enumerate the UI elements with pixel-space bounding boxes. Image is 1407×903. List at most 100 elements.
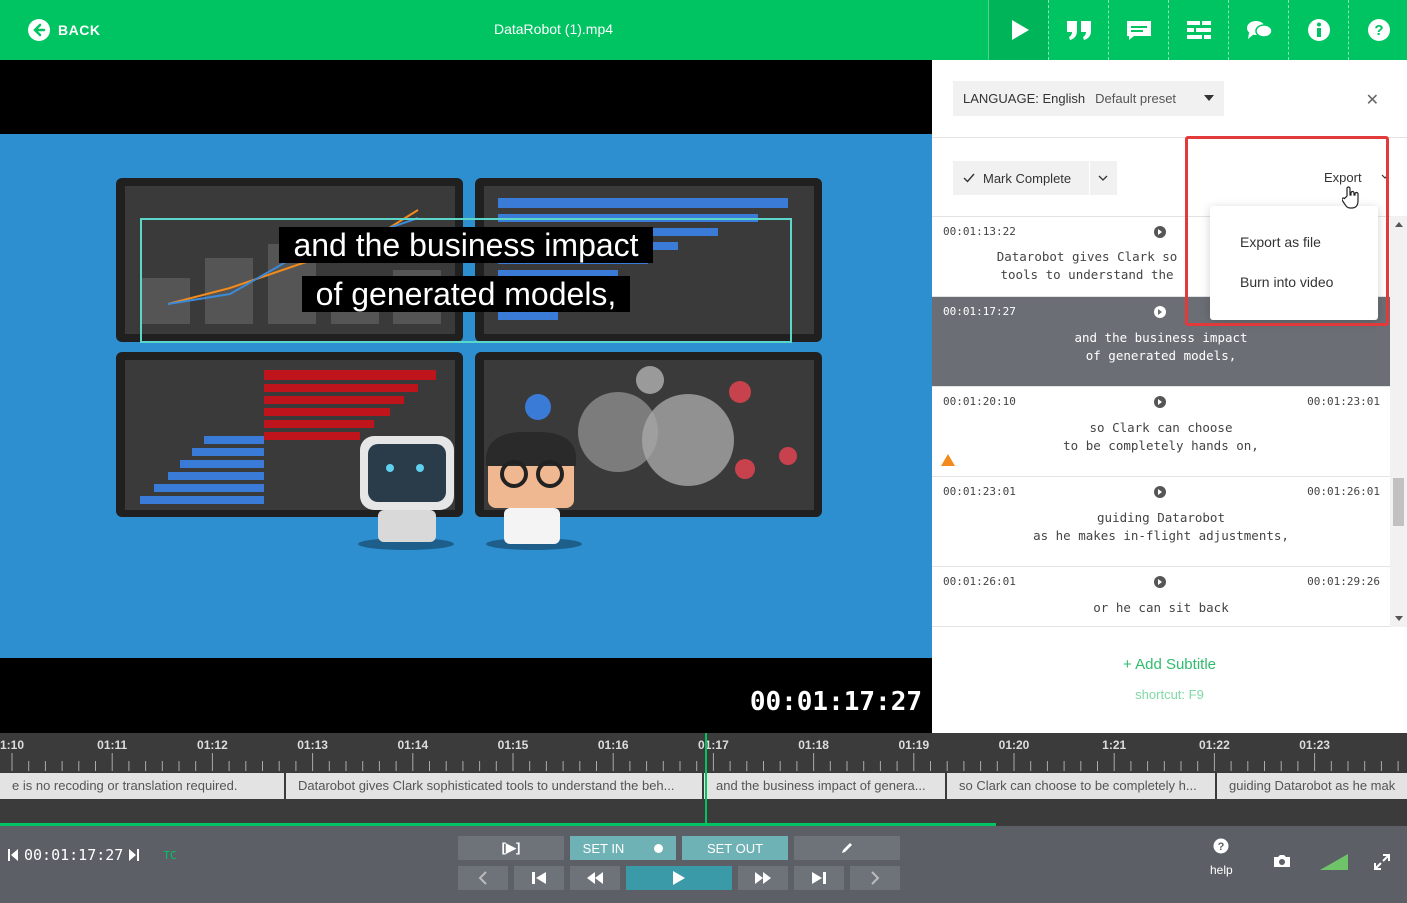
quote-icon — [1066, 21, 1091, 40]
tick-label: 01:15 — [498, 738, 529, 752]
timeline-segment[interactable]: and the business impact of genera... — [704, 773, 947, 799]
play-button[interactable] — [626, 866, 732, 890]
caption-overlay[interactable]: and the business impact of generated mod… — [140, 224, 792, 322]
skip-end-button[interactable] — [794, 866, 844, 890]
subtitle-in-time[interactable]: 00:01:20:10 — [943, 395, 1016, 408]
subtitle-row[interactable]: 00:01:23:01 00:01:26:01 guiding Datarobo… — [932, 477, 1390, 567]
scroll-up-icon[interactable] — [1395, 222, 1403, 227]
next-button[interactable] — [850, 866, 900, 890]
scrollbar[interactable] — [1390, 216, 1407, 627]
timeline[interactable]: 1:10 01:11 01:12 01:13 01:14 01:15 01:16 01:17 0… — [0, 733, 1407, 903]
help-tool-button[interactable]: ? — [1348, 0, 1407, 60]
info-tool-button[interactable] — [1288, 0, 1348, 60]
subtitle-in-time[interactable]: 00:01:13:22 — [943, 225, 1016, 238]
chat-icon — [1246, 21, 1273, 39]
set-out-label: SET OUT — [706, 840, 764, 856]
subtitle-in-time[interactable]: 00:01:17:27 — [943, 305, 1016, 318]
quote-tool-button[interactable] — [1048, 0, 1108, 60]
fast-forward-button[interactable] — [738, 866, 788, 890]
pencil-icon — [842, 843, 852, 853]
subtitle-in-time[interactable]: 00:01:23:01 — [943, 485, 1016, 498]
prev-button[interactable] — [458, 866, 508, 890]
fullscreen-button[interactable] — [1374, 854, 1390, 873]
check-icon — [963, 173, 975, 183]
camera-icon — [1274, 855, 1290, 867]
rewind-button[interactable] — [570, 866, 620, 890]
mark-complete-button[interactable]: Mark Complete — [953, 161, 1117, 195]
tick-label: 01:12 — [197, 738, 228, 752]
screenshot-button[interactable] — [1273, 854, 1291, 871]
subtitle-text[interactable]: and the business impact of generated mod… — [932, 329, 1390, 365]
menu-item-export-file[interactable]: Export as file — [1210, 222, 1378, 262]
subtitle-text[interactable]: or he can sit back — [932, 599, 1390, 617]
subtitle-text[interactable]: Datarobot gives Clark so tools to unders… — [952, 248, 1222, 284]
subtitle-text[interactable]: guiding Datarobot as he makes in-flight … — [932, 509, 1390, 545]
add-subtitle-button[interactable]: + Add Subtitle — [932, 656, 1407, 673]
play-segment-icon[interactable] — [1154, 576, 1166, 588]
hand-cursor-icon — [1342, 186, 1359, 209]
warning-icon — [941, 454, 955, 466]
scrollbar-thumb[interactable] — [1393, 478, 1404, 526]
tick-label: 1:10 — [0, 738, 24, 752]
close-icon[interactable]: ✕ — [1366, 90, 1379, 110]
tc-mode-toggle[interactable]: TC — [163, 849, 176, 862]
play-segment-icon[interactable] — [1154, 226, 1166, 238]
control-timecode: 00:01:17:27 TC — [8, 846, 177, 864]
toolbar: ? — [988, 0, 1407, 60]
video-player[interactable]: and the business impact of generated mod… — [0, 60, 932, 733]
prev-frame-icon[interactable] — [8, 848, 18, 862]
video-timecode: 00:01:17:27 — [749, 687, 922, 717]
timeline-segment[interactable]: Datarobot gives Clark sophisticated tool… — [286, 773, 704, 799]
current-timecode[interactable]: 00:01:17:27 — [24, 846, 123, 864]
tick-label: 01:11 — [97, 738, 127, 752]
list-tool-button[interactable] — [1168, 0, 1228, 60]
skip-start-button[interactable] — [514, 866, 564, 890]
help-label: help — [1210, 863, 1233, 877]
file-title: DataRobot (1).mp4 — [493, 21, 614, 37]
export-button[interactable]: Export — [1324, 170, 1362, 185]
caption-line-1: and the business impact — [279, 227, 653, 263]
set-in-button[interactable]: SET IN — [570, 836, 676, 860]
rewind-icon — [587, 872, 603, 884]
menu-item-burn-video[interactable]: Burn into video — [1210, 262, 1378, 302]
info-icon — [1307, 19, 1330, 41]
language-select[interactable]: LANGUAGE: English Default preset — [953, 81, 1224, 116]
tick-label: 1:21 — [1102, 738, 1126, 752]
play-segment-icon[interactable] — [1154, 396, 1166, 408]
subtitle-track[interactable]: e is no recoding or translation required… — [0, 773, 1407, 799]
edit-button[interactable] — [794, 836, 900, 860]
set-out-button[interactable]: SET OUT — [682, 836, 788, 860]
subtitle-in-time[interactable]: 00:01:26:01 — [943, 575, 1016, 588]
mark-complete-label: Mark Complete — [983, 170, 1072, 186]
timeline-segment[interactable]: e is no recoding or translation required… — [0, 773, 286, 799]
play-bracket-icon: [▶] — [501, 840, 521, 855]
tick-label: 01:13 — [297, 738, 328, 752]
help-control[interactable]: ? help — [1210, 838, 1233, 877]
timeline-segment[interactable]: guiding Datarobot as he mak — [1217, 773, 1407, 799]
divider — [1089, 161, 1090, 195]
timeline-segment[interactable]: so Clark can choose to be completely h..… — [947, 773, 1217, 799]
play-segment-icon[interactable] — [1154, 486, 1166, 498]
next-frame-icon[interactable] — [129, 848, 140, 862]
list-icon — [1186, 21, 1211, 39]
play-segment-icon[interactable] — [1154, 306, 1166, 318]
timeline-ruler[interactable]: 1:10 01:11 01:12 01:13 01:14 01:15 01:16 01:17 0… — [0, 733, 1407, 773]
help-icon: ? — [1367, 19, 1390, 41]
chevron-down-icon[interactable] — [1381, 174, 1389, 180]
subtitle-out-time[interactable]: 00:01:29:26 — [1307, 575, 1380, 588]
play-tool-button[interactable] — [988, 0, 1048, 60]
subtitle-row[interactable]: 00:01:26:01 00:01:29:26 or he can sit ba… — [932, 567, 1390, 626]
subtitle-out-time[interactable]: 00:01:23:01 — [1307, 395, 1380, 408]
subtitle-tool-button[interactable] — [1108, 0, 1168, 60]
scroll-down-icon[interactable] — [1395, 616, 1403, 621]
volume-control[interactable] — [1320, 854, 1348, 873]
subtitle-row[interactable]: 00:01:20:10 00:01:23:01 so Clark can cho… — [932, 387, 1390, 477]
chevron-down-icon[interactable] — [1098, 175, 1108, 182]
playhead[interactable] — [705, 733, 707, 825]
subtitle-out-time[interactable]: 00:01:26:01 — [1307, 485, 1380, 498]
control-bar: 00:01:17:27 TC [▶] SET IN SET OUT ? help — [0, 826, 1407, 903]
subtitle-text[interactable]: so Clark can choose to be completely han… — [932, 419, 1390, 455]
chat-tool-button[interactable] — [1228, 0, 1288, 60]
chevron-right-icon — [871, 871, 880, 885]
play-selection-button[interactable]: [▶] — [458, 836, 564, 860]
